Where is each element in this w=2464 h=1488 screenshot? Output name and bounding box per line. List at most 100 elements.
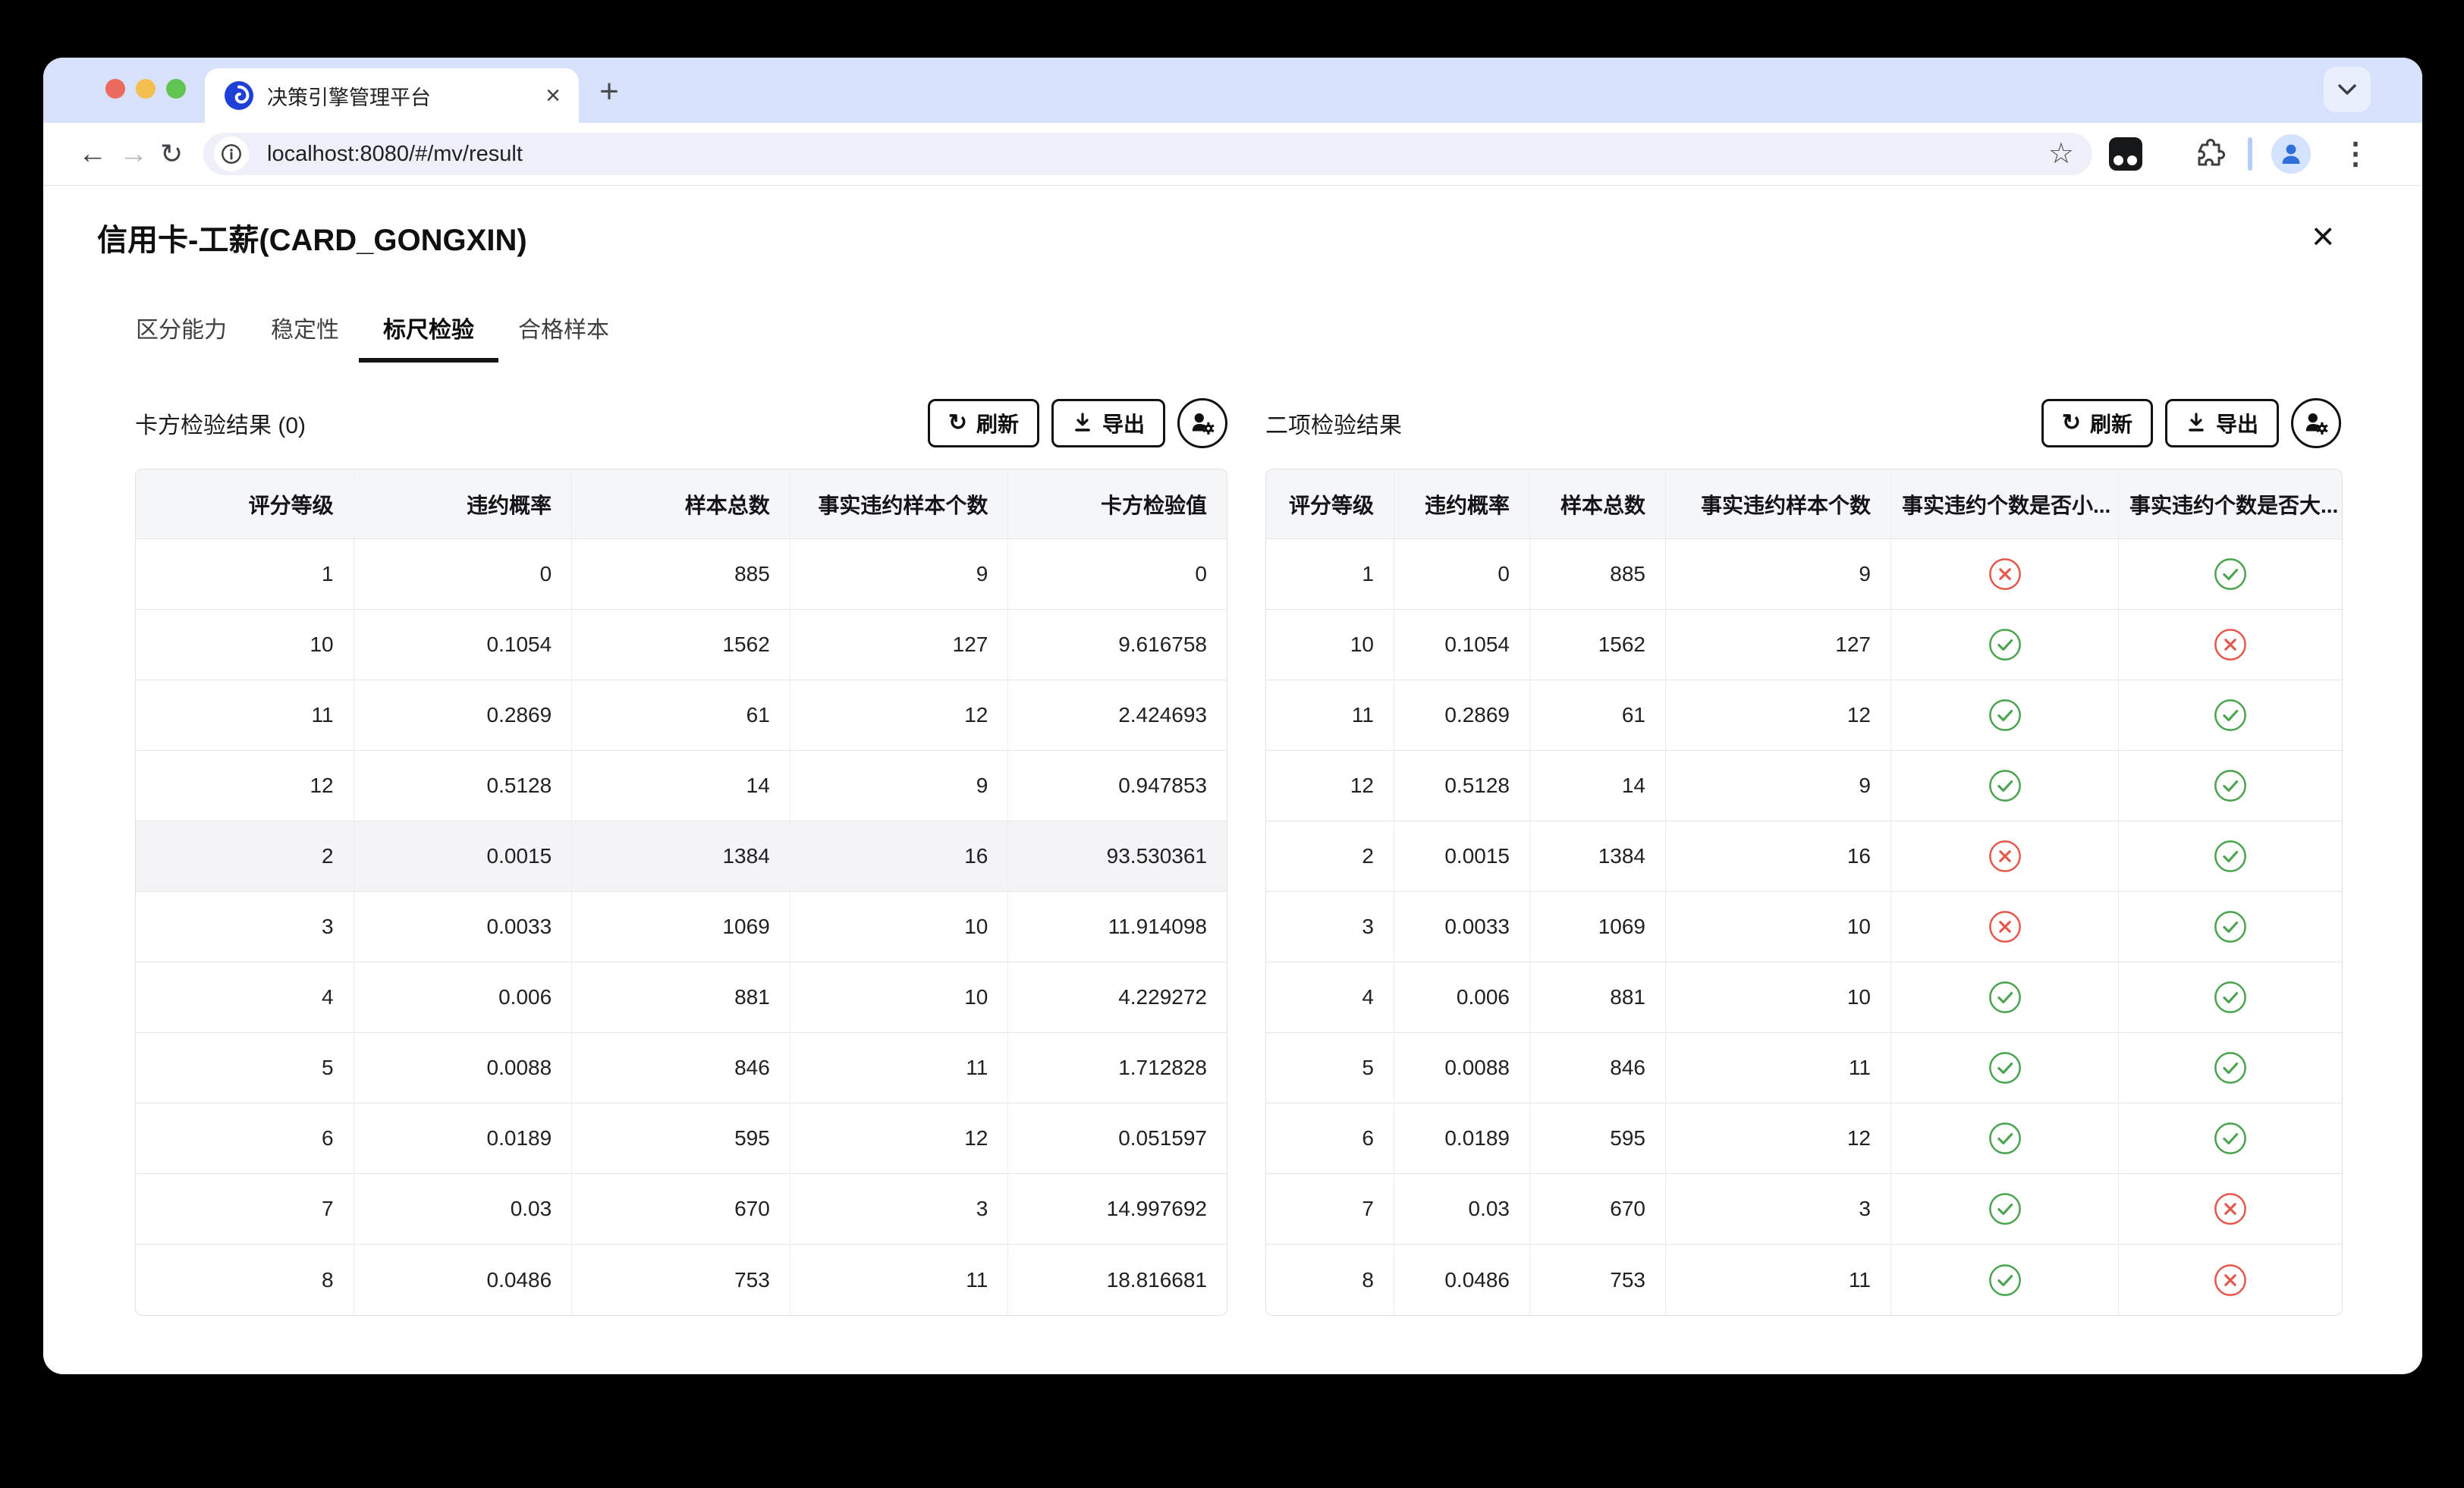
forward-button[interactable]: → <box>119 140 148 168</box>
new-tab-button[interactable]: + <box>592 75 627 110</box>
tab-stability[interactable]: 稳定性 <box>271 311 339 363</box>
column-settings-button[interactable] <box>1177 398 1227 448</box>
cell: 595 <box>572 1103 790 1174</box>
table-row[interactable]: 40.006881104.229272 <box>136 962 1227 1033</box>
tab-search-button[interactable] <box>2324 67 2371 112</box>
check-circle-icon <box>2213 980 2248 1015</box>
status-pass-cell <box>1891 1245 2119 1315</box>
browser-tab[interactable]: 决策引擎管理平台 × <box>205 68 579 123</box>
cell: 4 <box>136 962 354 1033</box>
reload-button[interactable]: ↻ <box>160 140 183 168</box>
status-fail-cell <box>2119 1174 2342 1245</box>
profile-avatar[interactable] <box>2271 134 2311 174</box>
export-button[interactable]: 导出 <box>1051 399 1165 447</box>
table-row[interactable]: 110.28696112 <box>1266 680 2342 751</box>
table-row[interactable]: 100.10541562127 <box>1266 610 2342 680</box>
info-icon <box>220 143 243 165</box>
status-fail-cell <box>1891 821 2119 892</box>
tab-qualified-samples[interactable]: 合格样本 <box>518 311 609 363</box>
cell: 12 <box>1666 680 1891 751</box>
x-circle-icon <box>1988 557 2022 592</box>
window-maximize-button[interactable] <box>166 79 186 99</box>
cell: 1562 <box>1530 610 1666 680</box>
cell: 5 <box>136 1033 354 1103</box>
bookmark-star-icon[interactable]: ☆ <box>2048 140 2074 168</box>
table-row[interactable]: 20.0015138416 <box>1266 821 2342 892</box>
status-fail-cell <box>1891 892 2119 962</box>
table-header-row: 评分等级违约概率样本总数事实违约样本个数卡方检验值 <box>136 469 1227 539</box>
check-circle-icon <box>1988 1263 2022 1298</box>
cell: 10 <box>1266 610 1394 680</box>
check-circle-icon <box>1988 627 2022 662</box>
cell: 4 <box>1266 962 1394 1033</box>
table-row[interactable]: 50.0088846111.712828 <box>136 1033 1227 1103</box>
status-pass-cell <box>1891 610 2119 680</box>
refresh-icon: ↻ <box>2062 412 2081 435</box>
window-close-button[interactable] <box>105 79 125 99</box>
table-row[interactable]: 80.048675311 <box>1266 1245 2342 1315</box>
table-row[interactable]: 120.51281490.947853 <box>136 751 1227 821</box>
cell: 0.1054 <box>1394 610 1530 680</box>
cell: 4.229272 <box>1008 962 1227 1033</box>
column-header: 事实违约样本个数 <box>790 469 1009 539</box>
cell: 753 <box>572 1245 790 1315</box>
person-gear-icon <box>1188 409 1217 438</box>
table-row[interactable]: 100.105415621279.616758 <box>136 610 1227 680</box>
window-minimize-button[interactable] <box>136 79 156 99</box>
address-bar[interactable]: localhost:8080/#/mv/result ☆ <box>203 133 2092 175</box>
toolbar-divider <box>43 185 2422 186</box>
table-row[interactable]: 40.00688110 <box>1266 962 2342 1033</box>
check-circle-icon <box>1988 1191 2022 1226</box>
site-info-button[interactable] <box>214 137 249 171</box>
download-icon <box>1072 412 1093 435</box>
table-row[interactable]: 120.5128149 <box>1266 751 2342 821</box>
cell: 12 <box>1666 1103 1891 1174</box>
table-row[interactable]: 20.001513841693.530361 <box>136 821 1227 892</box>
column-settings-button[interactable] <box>2291 398 2341 448</box>
cell: 8 <box>1266 1245 1394 1315</box>
table-row[interactable]: 80.04867531118.816681 <box>136 1245 1227 1315</box>
cell: 670 <box>1530 1174 1666 1245</box>
table-row[interactable]: 70.03670314.997692 <box>136 1174 1227 1245</box>
table-row[interactable]: 1088590 <box>136 539 1227 610</box>
cell: 1069 <box>572 892 790 962</box>
url-text[interactable]: localhost:8080/#/mv/result <box>267 133 523 175</box>
table-row[interactable]: 60.0189595120.051597 <box>136 1103 1227 1174</box>
site-favicon-icon <box>225 81 253 110</box>
window-controls <box>105 79 186 99</box>
cell: 1069 <box>1530 892 1666 962</box>
browser-menu-button[interactable]: ⋮ <box>2340 139 2371 169</box>
cell: 12 <box>136 751 354 821</box>
table-row[interactable]: 30.0033106910 <box>1266 892 2342 962</box>
chi-square-panel: 卡方检验结果 (0) ↻ 刷新 导出 <box>135 399 1227 1316</box>
cell: 0.0033 <box>354 892 573 962</box>
table-row[interactable]: 60.018959512 <box>1266 1103 2342 1174</box>
table-row[interactable]: 108859 <box>1266 539 2342 610</box>
refresh-button[interactable]: ↻ 刷新 <box>928 399 1039 447</box>
refresh-label: 刷新 <box>2090 408 2132 438</box>
cell: 5 <box>1266 1033 1394 1103</box>
table-row[interactable]: 110.286961122.424693 <box>136 680 1227 751</box>
chevron-down-icon <box>2337 83 2357 96</box>
status-pass-cell <box>1891 751 2119 821</box>
tab-close-icon[interactable]: × <box>545 83 561 108</box>
export-button[interactable]: 导出 <box>2165 399 2279 447</box>
page-close-button[interactable]: × <box>2312 217 2334 256</box>
x-circle-icon <box>2213 1263 2248 1298</box>
refresh-button[interactable]: ↻ 刷新 <box>2041 399 2153 447</box>
extensions-button[interactable] <box>2192 137 2226 171</box>
table-row[interactable]: 30.003310691011.914098 <box>136 892 1227 962</box>
table-row[interactable]: 70.036703 <box>1266 1174 2342 1245</box>
table-row[interactable]: 50.008884611 <box>1266 1033 2342 1103</box>
back-button[interactable]: ← <box>78 140 107 168</box>
refresh-icon: ↻ <box>948 412 967 435</box>
cell: 1 <box>1266 539 1394 610</box>
status-pass-cell <box>1891 680 2119 751</box>
tab-discrimination[interactable]: 区分能力 <box>136 311 227 363</box>
tab-scale-test[interactable]: 标尺检验 <box>383 311 474 363</box>
cell: 11 <box>790 1245 1009 1315</box>
pinned-extension-icon[interactable] <box>2109 137 2142 171</box>
cell: 885 <box>572 539 790 610</box>
cell: 11 <box>136 680 354 751</box>
cell: 0.0486 <box>1394 1245 1530 1315</box>
